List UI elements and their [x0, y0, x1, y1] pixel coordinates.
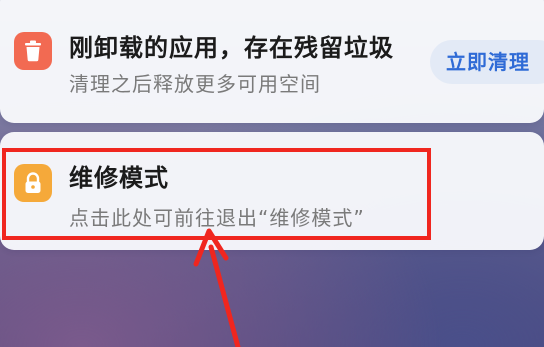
- annotation-arrow-icon: [193, 228, 241, 347]
